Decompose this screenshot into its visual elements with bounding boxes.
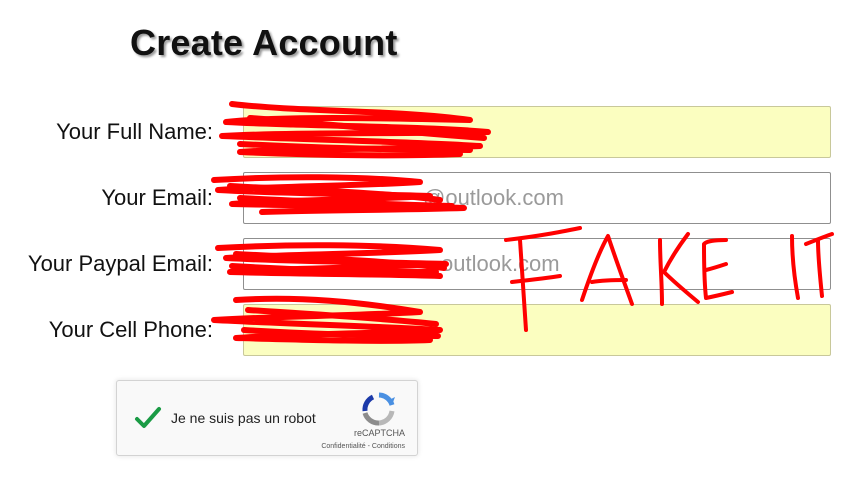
checkmark-icon — [135, 407, 161, 428]
email-field[interactable] — [243, 172, 831, 224]
full-name-field[interactable] — [243, 106, 831, 158]
full-name-row: Your Full Name: — [0, 106, 859, 158]
cell-phone-field[interactable] — [243, 304, 831, 356]
terms-link[interactable]: Conditions — [372, 443, 405, 450]
full-name-label: Your Full Name: — [56, 119, 213, 144]
paypal-email-label: Your Paypal Email: — [27, 251, 213, 276]
captcha-label: Je ne suis pas un robot — [171, 410, 316, 426]
captcha-checkbox[interactable] — [131, 401, 165, 435]
page-title: Create Account — [130, 22, 398, 63]
privacy-link[interactable]: Confidentialité — [321, 443, 365, 450]
captcha-links: Confidentialité - Conditions — [321, 443, 405, 450]
email-row: Your Email: — [0, 172, 859, 224]
recaptcha-widget: Je ne suis pas un robot reCAPTCHA Confid… — [116, 380, 418, 456]
recaptcha-logo-icon — [362, 392, 395, 426]
cell-phone-row: Your Cell Phone: — [0, 304, 859, 356]
recaptcha-brand: reCAPTCHA — [353, 428, 405, 438]
paypal-email-row: Your Paypal Email: — [0, 238, 859, 290]
cell-phone-label: Your Cell Phone: — [48, 317, 213, 342]
email-label: Your Email: — [101, 185, 213, 210]
paypal-email-field[interactable] — [243, 238, 831, 290]
